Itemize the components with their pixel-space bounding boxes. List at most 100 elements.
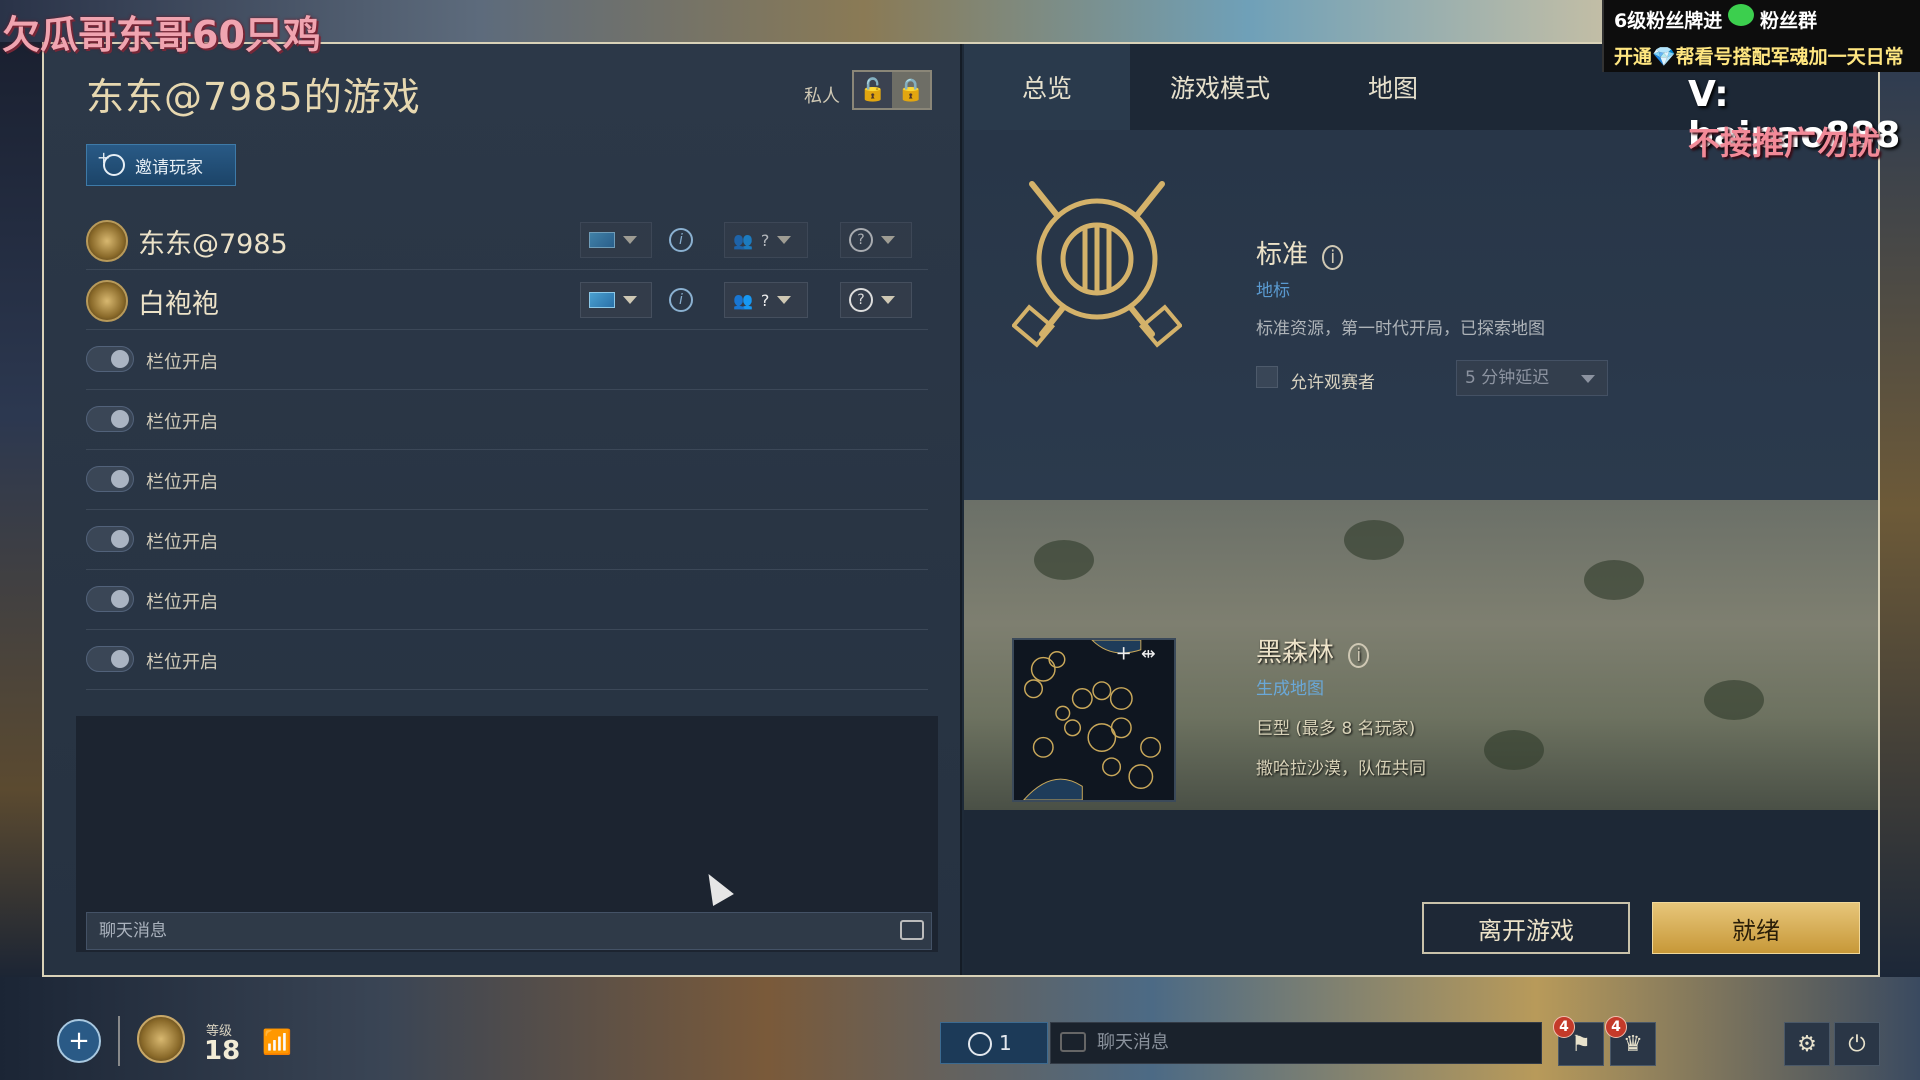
open-slot-row: 栏位开启	[86, 450, 928, 510]
allow-spectators-checkbox[interactable]	[1256, 366, 1278, 388]
open-slot-row: 栏位开启	[86, 630, 928, 690]
chevron-down-icon	[623, 236, 637, 244]
chevron-down-icon	[623, 296, 637, 304]
slot-label: 栏位开启	[146, 592, 218, 613]
chat-bubble-icon[interactable]	[900, 920, 924, 940]
info-icon[interactable]: i	[669, 228, 693, 252]
invite-label: 邀请玩家	[135, 157, 203, 178]
game-title: 东东@7985的游戏	[86, 75, 421, 119]
slot-label: 栏位开启	[146, 532, 218, 553]
info-icon[interactable]: i	[669, 288, 693, 312]
info-icon[interactable]: i	[1348, 643, 1370, 668]
player-row: 白袍袍 i 👥 ? ?	[86, 270, 928, 330]
private-lock-toggle[interactable]: 🔓 🔒	[852, 70, 932, 110]
chat-input[interactable]: 聊天消息	[86, 912, 932, 950]
background-right	[1880, 42, 1920, 977]
open-slot-row: 栏位开启	[86, 390, 928, 450]
chevron-down-icon	[881, 296, 895, 304]
slot-toggle[interactable]	[86, 466, 134, 492]
team-select[interactable]: 👥 ?	[724, 282, 808, 318]
level-value: 18	[204, 1036, 241, 1066]
slot-label: 栏位开启	[146, 652, 218, 673]
promo-line-1: 6级粉丝牌进	[1614, 10, 1723, 32]
promo-line-2: 开通💎帮看号搭配军魂加一天日常	[1614, 46, 1904, 68]
open-slot-row: 栏位开启	[86, 570, 928, 630]
slot-label: 栏位开启	[146, 472, 218, 493]
friends-count: 1	[999, 1031, 1012, 1055]
tab-game-mode[interactable]: 游戏模式	[1130, 44, 1310, 130]
leave-game-button[interactable]: 离开游戏	[1422, 902, 1630, 954]
team-value: ?	[760, 290, 770, 310]
notification-badge: 4	[1605, 1016, 1627, 1038]
streamer-watermark: 欠瓜哥东哥60只鸡	[2, 13, 321, 57]
lock-icon: 🔒	[892, 72, 930, 108]
allow-spectators-label: 允许观赛者	[1290, 373, 1375, 393]
map-extra: 撒哈拉沙漠，队伍共同	[1256, 759, 1426, 779]
svg-text:⇹: ⇹	[1141, 645, 1156, 665]
slot-toggle[interactable]	[86, 526, 134, 552]
team-select[interactable]: 👥 ?	[724, 222, 808, 258]
palm-decoration	[1034, 540, 1094, 580]
chevron-down-icon	[777, 236, 792, 244]
slot-label: 栏位开启	[146, 352, 218, 373]
map-size: 巨型 (最多 8 名玩家)	[1256, 719, 1416, 739]
hud-chat-input[interactable]: 聊天消息	[1050, 1022, 1542, 1064]
slot-label: 栏位开启	[146, 412, 218, 433]
chevron-down-icon	[881, 236, 895, 244]
promo-line-1b: 粉丝群	[1760, 10, 1818, 32]
delay-value: 5 分钟延迟	[1465, 368, 1550, 388]
chevron-down-icon	[777, 296, 792, 304]
civ-select[interactable]: ?	[840, 222, 912, 258]
ready-button[interactable]: 就绪	[1652, 902, 1860, 954]
svg-text:+: +	[1115, 642, 1131, 665]
map-title-text: 黑森林	[1256, 638, 1335, 668]
friends-button[interactable]: 1	[940, 1022, 1048, 1064]
palm-decoration	[1344, 520, 1404, 560]
slot-toggle[interactable]	[86, 406, 134, 432]
team-icon: 👥	[733, 290, 753, 310]
invite-player-button[interactable]: 邀请玩家	[86, 144, 236, 186]
tab-overview[interactable]: 总览	[964, 44, 1130, 130]
open-slot-row: 栏位开启	[86, 510, 928, 570]
info-icon[interactable]: i	[1322, 245, 1344, 270]
chevron-down-icon	[1581, 375, 1595, 383]
wifi-icon: 📶	[262, 1028, 292, 1056]
add-button[interactable]: +	[57, 1019, 101, 1063]
players-panel: 东东@7985的游戏 私人 🔓 🔒 邀请玩家 东东@7985 i 👥 ?	[44, 44, 962, 975]
civ-flag-select[interactable]	[580, 222, 652, 258]
map-subtitle: 生成地图	[1256, 679, 1324, 699]
map-thumbnail[interactable]: + ⇹	[1012, 638, 1176, 802]
settings-gear-icon[interactable]: ⚙	[1784, 1022, 1830, 1066]
player-avatar	[86, 220, 128, 262]
chat-bubble-icon	[1060, 1032, 1086, 1052]
civ-select[interactable]: ?	[840, 282, 912, 318]
avatar[interactable]	[137, 1015, 185, 1063]
mode-emblem-icon	[1012, 181, 1182, 348]
team-value: ?	[760, 230, 770, 250]
invite-icon	[97, 148, 125, 176]
civ-flag-icon	[589, 232, 615, 248]
civ-flag-icon	[589, 292, 615, 308]
user-icon	[968, 1032, 992, 1056]
tab-map[interactable]: 地图	[1310, 44, 1476, 130]
mode-title: 标准 i	[1256, 234, 1344, 271]
slot-toggle[interactable]	[86, 646, 134, 672]
mode-description: 标准资源，第一时代开局，已探索地图	[1256, 319, 1545, 339]
palm-decoration	[1704, 680, 1764, 720]
mode-subtitle: 地标	[1256, 281, 1290, 301]
notification-badge: 4	[1553, 1016, 1575, 1038]
power-icon[interactable]: ⏻	[1834, 1022, 1880, 1066]
mode-title-text: 标准	[1256, 240, 1309, 270]
slot-toggle[interactable]	[86, 586, 134, 612]
map-title: 黑森林 i	[1256, 632, 1370, 669]
civ-flag-select[interactable]	[580, 282, 652, 318]
lobby-window: 东东@7985的游戏 私人 🔓 🔒 邀请玩家 东东@7985 i 👥 ?	[42, 42, 1880, 977]
palm-decoration	[1584, 560, 1644, 600]
slot-toggle[interactable]	[86, 346, 134, 372]
hud-divider	[118, 1016, 120, 1066]
question-icon: ?	[849, 288, 873, 312]
spectator-delay-select[interactable]: 5 分钟延迟	[1456, 360, 1608, 396]
palm-decoration	[1484, 730, 1544, 770]
question-icon: ?	[849, 228, 873, 252]
player-row: 东东@7985 i 👥 ? ?	[86, 210, 928, 270]
